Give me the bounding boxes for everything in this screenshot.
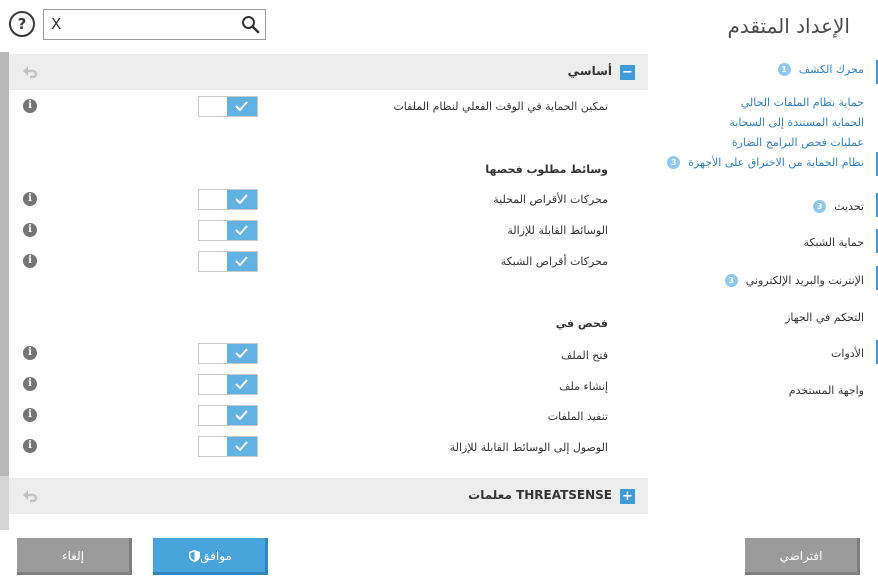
scrollbar-thumb[interactable] [0, 52, 9, 476]
info-icon[interactable]: i [23, 408, 37, 422]
setting-label: الوسائط القابلة للإزالة [507, 224, 608, 237]
checkmark-icon [235, 101, 248, 111]
info-icon[interactable]: i [23, 192, 37, 206]
sidebar-item-hips[interactable]: نظام الحماية من الاختراق على الأجهزة3 [667, 156, 864, 169]
info-icon[interactable]: i [23, 254, 37, 268]
info-icon[interactable]: i [23, 223, 37, 237]
setting-label: تنفيذ الملفات [547, 410, 608, 423]
expand-icon[interactable]: + [620, 489, 635, 504]
search-box[interactable]: X [43, 9, 266, 40]
info-icon[interactable]: i [23, 377, 37, 391]
setting-label: محركات الأقراص المحلية [493, 193, 608, 206]
nav-badge: 3 [813, 200, 827, 213]
page-title: الإعداد المتقدم [727, 14, 850, 38]
toggle-file-execution[interactable] [198, 405, 258, 426]
toggle-on-indicator [227, 252, 257, 271]
setting-label: الوصول إلى الوسائط القابلة للإزالة [449, 441, 608, 454]
setting-label: إنشاء ملف [559, 380, 608, 393]
group-label-media: وسائط مطلوب فحصها [485, 163, 608, 176]
toggle-file-open[interactable] [198, 343, 258, 364]
checkmark-icon [235, 225, 248, 235]
toggle-file-creation[interactable] [198, 374, 258, 395]
checkmark-icon [235, 379, 248, 389]
checkmark-icon [235, 256, 248, 266]
section-title-threatsense: THREATSENSE معلمات [468, 488, 612, 502]
toggle-on-indicator [227, 406, 257, 425]
revert-icon[interactable] [22, 489, 38, 503]
toggle-on-indicator [227, 97, 257, 116]
toggle-on-indicator [227, 375, 257, 394]
default-button[interactable]: افتراضي [745, 538, 860, 575]
toggle-on-indicator [227, 344, 257, 363]
toggle-on-indicator [227, 190, 257, 209]
sidebar-item-detection-engine[interactable]: محرك الكشف1 [777, 63, 864, 76]
checkmark-icon [235, 441, 248, 451]
toggle-network-drives[interactable] [198, 251, 258, 272]
nav-badge: 3 [724, 274, 738, 287]
toggle-realtime-protection[interactable] [198, 96, 258, 117]
clear-search-icon[interactable]: X [51, 15, 61, 33]
checkmark-icon [235, 194, 248, 204]
help-icon[interactable]: ? [9, 11, 35, 37]
nav-badge: 1 [777, 63, 791, 76]
toggle-local-drives[interactable] [198, 189, 258, 210]
search-input[interactable] [68, 13, 238, 36]
collapse-icon[interactable]: − [620, 65, 635, 80]
setting-label: محركات أقراص الشبكة [500, 255, 608, 268]
section-title-basic: أساسي [567, 64, 612, 78]
sidebar-item-web-email[interactable]: الإنترنت والبريد الإلكتروني3 [724, 274, 864, 287]
info-icon[interactable]: i [23, 439, 37, 453]
sidebar-item-tools[interactable]: الأدوات [831, 347, 864, 360]
setting-label: فتح الملف [561, 349, 608, 362]
shield-icon [189, 550, 201, 562]
info-icon[interactable]: i [23, 346, 37, 360]
toggle-on-indicator [227, 437, 257, 456]
info-icon[interactable]: i [23, 99, 37, 113]
sidebar: محرك الكشف1 حماية نظام الملفات الحالي ال… [660, 52, 878, 412]
toggle-removable-media-access[interactable] [198, 436, 258, 457]
group-label-scan-on: فحص في [555, 317, 608, 330]
settings-panel: − أساسي i تمكين الحماية في الوقت الفعلي … [9, 52, 648, 522]
sidebar-item-update[interactable]: تحديث3 [813, 200, 864, 213]
section-header-threatsense[interactable]: + THREATSENSE معلمات [9, 478, 648, 514]
revert-icon[interactable] [22, 65, 38, 79]
sidebar-item-user-interface[interactable]: واجهة المستخدم [789, 384, 864, 397]
sidebar-item-device-control[interactable]: التحكم في الجهاز [785, 311, 864, 324]
setting-label: تمكين الحماية في الوقت الفعلي لنظام المل… [393, 100, 608, 113]
toggle-removable-media[interactable] [198, 220, 258, 241]
sidebar-item-cloud-protection[interactable]: الحماية المستندة إلى السحابة [729, 116, 864, 129]
sidebar-item-malware-scans[interactable]: عمليات فحص البرامج الضارة [732, 136, 864, 149]
cancel-button[interactable]: إلغاء [17, 538, 132, 575]
sidebar-item-network-protection[interactable]: حماية الشبكة [804, 236, 864, 249]
nav-badge: 3 [667, 156, 681, 169]
section-header-basic[interactable]: − أساسي [9, 54, 648, 90]
toggle-on-indicator [227, 221, 257, 240]
ok-button[interactable]: موافق [153, 538, 268, 575]
scrollbar[interactable] [0, 52, 9, 530]
sidebar-item-realtime-fs-protection[interactable]: حماية نظام الملفات الحالي [741, 96, 864, 109]
checkmark-icon [235, 348, 248, 358]
checkmark-icon [235, 410, 248, 420]
search-icon[interactable] [241, 15, 260, 34]
